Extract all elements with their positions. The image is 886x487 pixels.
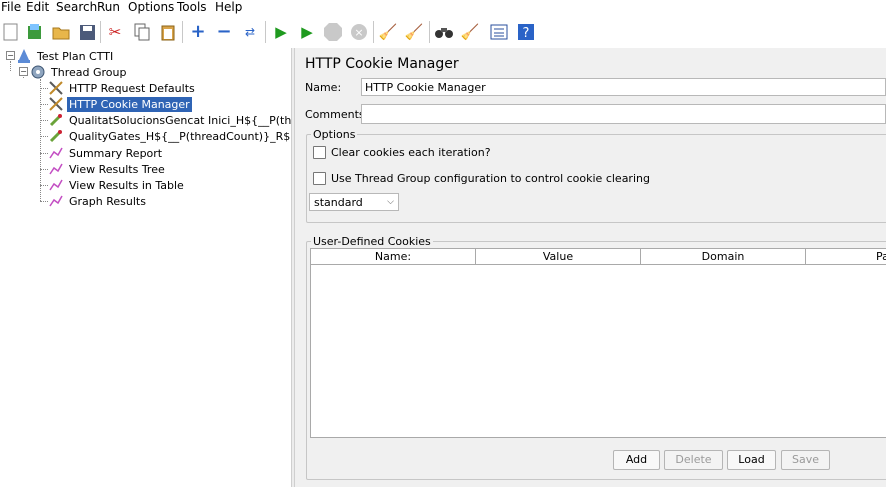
tree-node-sampler[interactable]: QualityGates_H${__P(threadCount)}_R${__P…	[48, 128, 291, 144]
gear-icon	[30, 64, 46, 80]
tree-node-label: QualitatSolucionsGencat Inici_H${__P(thr…	[69, 113, 291, 127]
tree-node-label: QualityGates_H${__P(threadCount)}_R${__P…	[69, 129, 291, 143]
tree-node-view-results-table[interactable]: View Results in Table	[48, 177, 186, 193]
paste-icon[interactable]	[157, 21, 179, 43]
name-label: Name:	[305, 81, 342, 94]
help-icon[interactable]: ?	[515, 21, 537, 43]
tree-node-label: HTTP Request Defaults	[69, 81, 195, 95]
search-icon[interactable]	[433, 21, 455, 43]
collapse-icon[interactable]: −	[213, 21, 235, 43]
tree-node-summary-report[interactable]: Summary Report	[48, 145, 164, 161]
tree-node-label: View Results in Table	[69, 178, 184, 192]
tree-node-graph-results[interactable]: Graph Results	[48, 193, 148, 209]
tree-node-label: Graph Results	[69, 194, 146, 208]
menu-search[interactable]: Search	[56, 0, 97, 15]
cookie-policy-value: standard	[314, 196, 363, 209]
tree-node-label: View Results Tree	[69, 162, 165, 176]
chart-icon	[48, 177, 64, 193]
toolbar: ✂ + − ⇄ ▶ ▶ × 🧹 🧹 🧹 ?	[0, 15, 886, 49]
column-header-domain[interactable]: Domain	[641, 249, 806, 265]
use-thread-group-config-checkbox[interactable]: Use Thread Group configuration to contro…	[313, 172, 650, 185]
page-title: HTTP Cookie Manager	[305, 56, 459, 72]
tree-node-label: HTTP Cookie Manager	[67, 96, 192, 112]
toggle-icon[interactable]: ⇄	[239, 21, 261, 43]
add-button[interactable]: Add	[613, 450, 660, 470]
tree-node-http-cookie-manager[interactable]: HTTP Cookie Manager	[48, 96, 192, 112]
pipette-icon	[48, 112, 64, 128]
checkbox-label: Use Thread Group configuration to contro…	[331, 172, 650, 185]
tree-node-http-request-defaults[interactable]: HTTP Request Defaults	[48, 80, 197, 96]
shutdown-icon[interactable]: ×	[348, 21, 370, 43]
chart-icon	[48, 193, 64, 209]
cookie-policy-select[interactable]: standard ⌵	[309, 193, 399, 211]
menu-bar: File Edit Search Run Options Tools Help	[0, 0, 886, 15]
name-field[interactable]: HTTP Cookie Manager	[361, 78, 886, 96]
menu-help[interactable]: Help	[215, 0, 242, 15]
comments-label: Comments:	[305, 108, 369, 121]
function-helper-icon[interactable]	[488, 21, 510, 43]
tree-node-label: Summary Report	[69, 146, 163, 160]
svg-text:?: ?	[523, 26, 530, 41]
clear-icon[interactable]: 🧹	[377, 21, 399, 43]
test-plan-tree: − − Test Plan CTTI Thread Group HTTP Req…	[0, 48, 291, 487]
collapse-toggle[interactable]: −	[19, 67, 28, 76]
column-header-value[interactable]: Value	[476, 249, 641, 265]
tree-node-label: Thread Group	[51, 65, 127, 79]
collapse-toggle[interactable]: −	[6, 51, 15, 60]
stop-icon[interactable]	[322, 21, 344, 43]
menu-edit[interactable]: Edit	[26, 0, 49, 15]
tree-node-test-plan[interactable]: Test Plan CTTI	[16, 48, 115, 64]
chart-icon	[48, 161, 64, 177]
templates-icon[interactable]	[24, 21, 46, 43]
save-icon[interactable]	[76, 21, 98, 43]
cut-icon[interactable]: ✂	[104, 21, 126, 43]
pipette-icon	[48, 128, 64, 144]
tools-icon	[48, 80, 64, 96]
open-icon[interactable]	[50, 21, 72, 43]
menu-options[interactable]: Options	[128, 0, 174, 15]
test-plan-icon	[16, 48, 32, 64]
start-no-pauses-icon[interactable]: ▶	[296, 21, 318, 43]
cookie-manager-panel: HTTP Cookie Manager Name: HTTP Cookie Ma…	[295, 48, 886, 487]
cookies-group-title: User-Defined Cookies	[311, 235, 433, 248]
copy-icon[interactable]	[131, 21, 153, 43]
load-button[interactable]: Load	[727, 450, 776, 470]
tree-node-label: Test Plan CTTI	[37, 49, 114, 63]
delete-button[interactable]: Delete	[664, 450, 723, 470]
expand-icon[interactable]: +	[187, 21, 209, 43]
start-icon[interactable]: ▶	[270, 21, 292, 43]
checkbox-label: Clear cookies each iteration?	[331, 146, 491, 159]
clear-all-icon[interactable]: 🧹	[403, 21, 425, 43]
chevron-down-icon: ⌵	[387, 197, 394, 207]
tree-node-thread-group[interactable]: Thread Group	[30, 64, 128, 80]
tree-node-view-results-tree[interactable]: View Results Tree	[48, 161, 167, 177]
tree-node-sampler[interactable]: QualitatSolucionsGencat Inici_H${__P(thr…	[48, 112, 291, 128]
column-header-path[interactable]: Pa	[806, 249, 886, 265]
comments-field[interactable]	[361, 104, 886, 124]
options-group-title: Options	[311, 128, 358, 141]
menu-run[interactable]: Run	[97, 0, 120, 15]
chart-icon	[48, 145, 64, 161]
reset-search-icon[interactable]: 🧹	[459, 21, 481, 43]
svg-text:×: ×	[354, 26, 363, 39]
cookies-table[interactable]: Name: Value Domain Pa	[310, 248, 886, 438]
column-header-name[interactable]: Name:	[311, 249, 476, 265]
save-button[interactable]: Save	[781, 450, 830, 470]
tools-icon	[48, 96, 64, 112]
new-icon[interactable]	[0, 21, 22, 43]
menu-file[interactable]: File	[1, 0, 21, 15]
clear-each-iteration-checkbox[interactable]: Clear cookies each iteration?	[313, 146, 491, 159]
menu-tools[interactable]: Tools	[177, 0, 207, 15]
